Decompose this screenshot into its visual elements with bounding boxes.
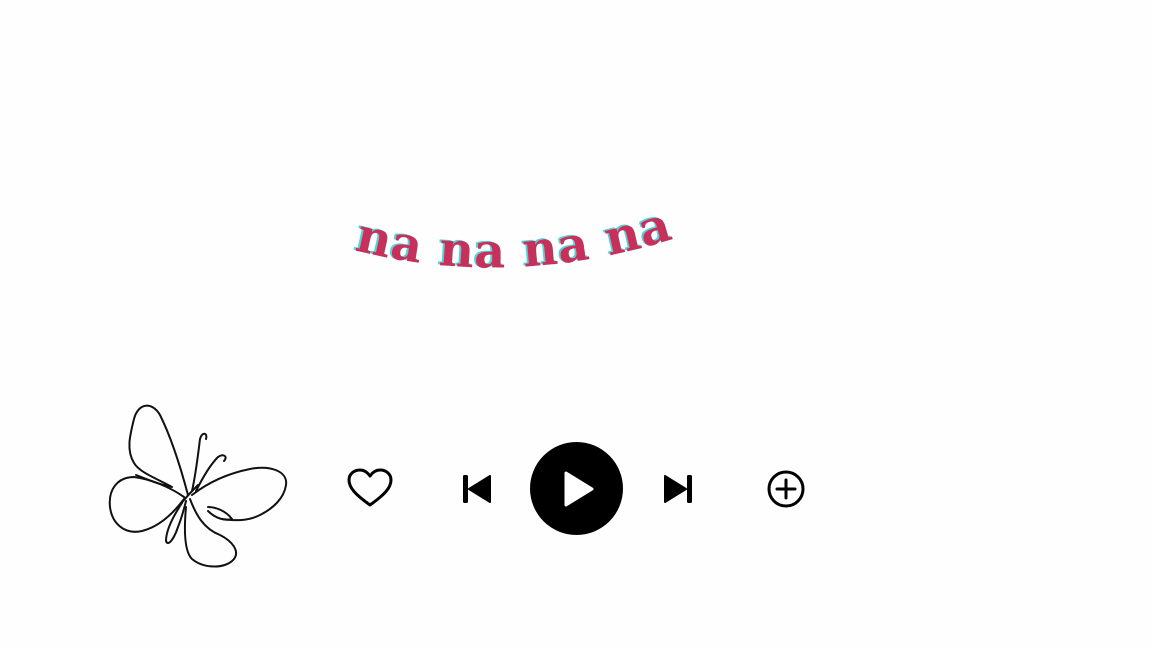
heart-icon <box>347 468 393 507</box>
play-button[interactable] <box>530 442 623 535</box>
play-icon <box>564 471 593 506</box>
lyric-text: na na na na <box>351 196 678 279</box>
skip-previous-icon <box>463 475 491 503</box>
lyric-display: na na na na na na na na <box>340 190 700 300</box>
butterfly-icon <box>100 395 295 575</box>
music-player-screen: na na na na na na na na <box>0 0 1152 648</box>
next-button[interactable] <box>659 469 699 509</box>
circle-plus-icon <box>767 470 805 508</box>
skip-next-icon <box>664 475 692 503</box>
add-to-playlist-button[interactable] <box>764 467 808 511</box>
previous-button[interactable] <box>456 469 496 509</box>
like-button[interactable] <box>345 466 395 510</box>
